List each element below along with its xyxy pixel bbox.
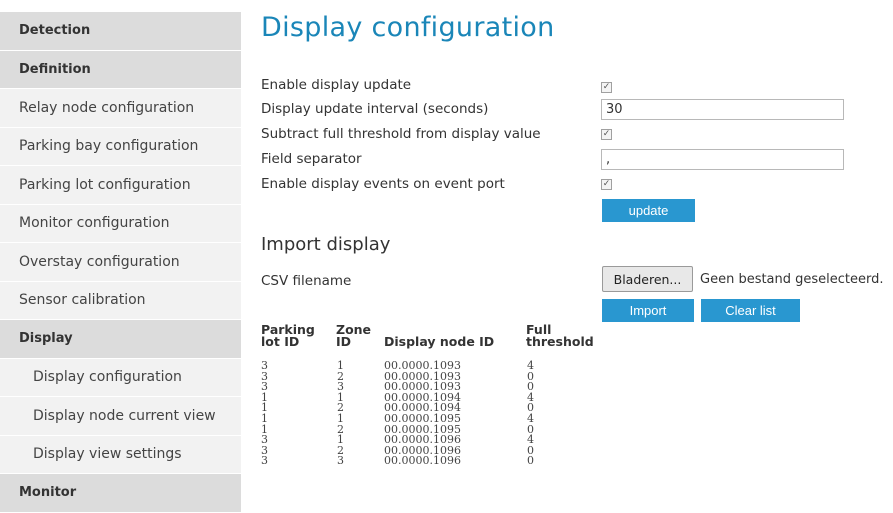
enable-display-update-label: Enable display update — [261, 77, 412, 93]
page-title: Display configuration — [261, 12, 555, 43]
sidebar-item-parking-bay-configuration[interactable]: Parking bay configuration — [0, 127, 241, 166]
sidebar-item-monitor-configuration[interactable]: Monitor configuration — [0, 204, 241, 243]
field-separator-label: Field separator — [261, 151, 362, 167]
column-header-zone-id: Zone ID — [336, 322, 372, 349]
sidebar-item-sensor-calibration[interactable]: Sensor calibration — [0, 281, 241, 320]
column-header-display-node-id: Display node ID — [384, 334, 495, 349]
lot-cell: 3 — [261, 454, 268, 468]
field-separator-input[interactable] — [601, 149, 844, 170]
sidebar: Detection Definition Relay node configur… — [0, 12, 241, 513]
sidebar-item-overstay-configuration[interactable]: Overstay configuration — [0, 243, 241, 282]
clear-list-button[interactable]: Clear list — [701, 299, 800, 322]
sidebar-item-display-node-current-view[interactable]: Display node current view — [0, 397, 241, 436]
column-header-full-threshold: Full threshold — [526, 322, 594, 349]
update-button[interactable]: update — [602, 199, 695, 222]
sidebar-item-display-view-settings[interactable]: Display view settings — [0, 435, 241, 474]
sidebar-item-relay-node-configuration[interactable]: Relay node configuration — [0, 89, 241, 128]
zone-cell: 3 — [337, 454, 344, 468]
node-cell: 00.0000.1096 — [384, 454, 461, 468]
main-content: Display configuration Enable display upd… — [261, 0, 893, 513]
enable-events-checkbox[interactable]: ✓ — [601, 179, 612, 190]
update-interval-input[interactable] — [601, 99, 844, 120]
subtract-threshold-checkbox[interactable]: ✓ — [601, 129, 612, 140]
enable-events-label: Enable display events on event port — [261, 176, 505, 192]
sidebar-item-display-configuration[interactable]: Display configuration — [0, 358, 241, 397]
sidebar-item-detection[interactable]: Detection — [0, 12, 241, 51]
sidebar-item-monitor[interactable]: Monitor — [0, 474, 241, 513]
subtract-threshold-label: Subtract full threshold from display val… — [261, 126, 541, 142]
sidebar-item-definition[interactable]: Definition — [0, 50, 241, 89]
sidebar-item-parking-lot-configuration[interactable]: Parking lot configuration — [0, 166, 241, 205]
threshold-cell: 0 — [527, 454, 534, 468]
browse-button[interactable]: Bladeren... — [602, 266, 693, 292]
import-display-heading: Import display — [261, 234, 391, 255]
csv-filename-label: CSV filename — [261, 273, 352, 289]
file-status: Geen bestand geselecteerd. — [700, 272, 884, 287]
column-header-lot-id: Parking lot ID — [261, 322, 315, 349]
import-button[interactable]: Import — [602, 299, 694, 322]
enable-display-update-checkbox[interactable]: ✓ — [601, 82, 612, 93]
update-interval-label: Display update interval (seconds) — [261, 101, 489, 117]
sidebar-item-display[interactable]: Display — [0, 320, 241, 359]
